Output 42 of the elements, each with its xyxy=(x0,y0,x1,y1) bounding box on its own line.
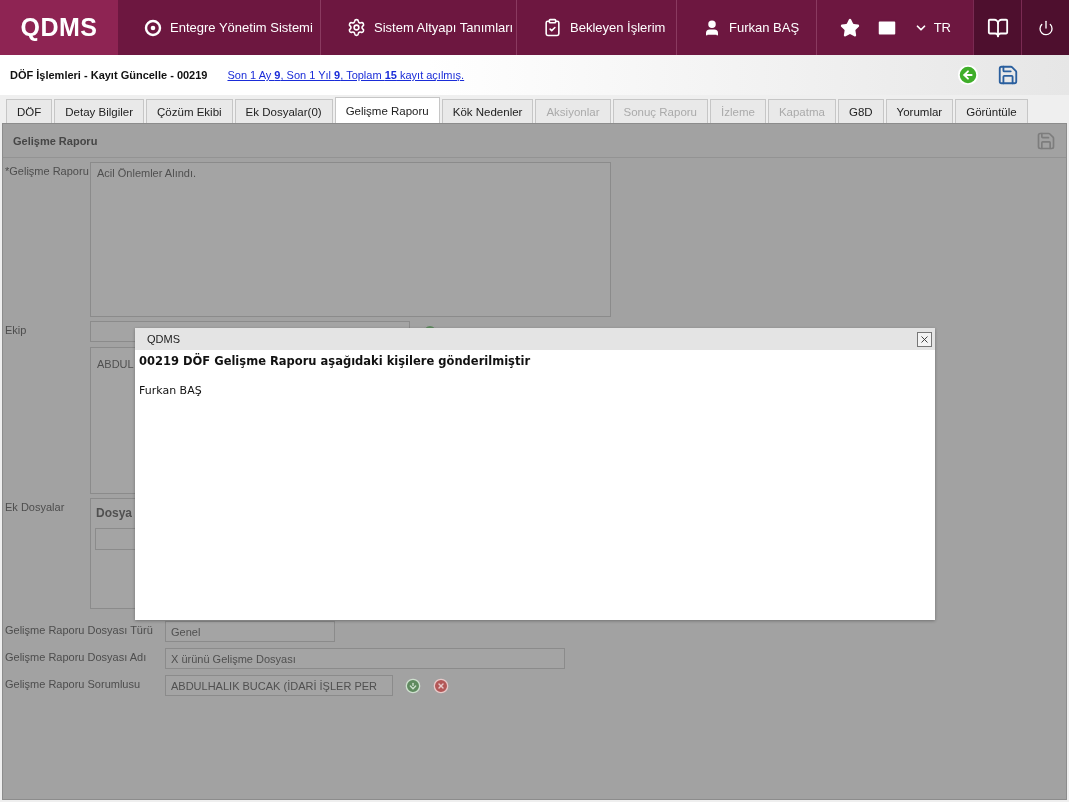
field-label: Gelişme Raporu Sorumlusu xyxy=(5,677,142,692)
tab[interactable]: Görüntüle xyxy=(955,99,1028,123)
star-icon[interactable] xyxy=(839,17,860,38)
nav-label: Sistem Altyapı Tanımları xyxy=(374,20,514,35)
recipient-name: Furkan BAŞ xyxy=(139,384,203,397)
remove-icon[interactable] xyxy=(433,677,449,694)
tab[interactable]: Kök Nedenler xyxy=(441,99,534,123)
download-icon[interactable] xyxy=(405,677,421,694)
power-icon[interactable] xyxy=(1037,19,1054,36)
nav-label: Furkan BAŞ xyxy=(729,20,800,35)
dialog-message: 00219 DÖF Gelişme Raporu aşağıdaki kişilere gönderilmiştir xyxy=(139,354,532,368)
panel-title: Gelişme Raporu xyxy=(13,134,98,147)
nav-label: Bekleyen İşlerim xyxy=(570,20,666,35)
tab[interactable]: Gelişme Raporu xyxy=(334,97,440,123)
field-label: Gelişme Raporu Dosyası Türü xyxy=(5,623,154,638)
field-label: Ek Dosyalar xyxy=(5,500,66,515)
column-header: Dosya xyxy=(95,505,134,522)
book-icon[interactable] xyxy=(986,16,1009,39)
q-circle-icon xyxy=(144,18,162,37)
settings-icon xyxy=(347,18,366,37)
close-button[interactable] xyxy=(917,331,932,347)
field-label: Gelişme Raporu Dosyası Adı xyxy=(5,650,148,665)
dialog-title: QDMS xyxy=(147,333,180,345)
user-icon xyxy=(703,18,721,37)
tab[interactable]: Detay Bilgiler xyxy=(54,99,145,123)
language-selector[interactable]: TR xyxy=(905,20,973,35)
field-label: *Gelişme Raporu xyxy=(5,164,90,179)
tab[interactable]: Çözüm Ekibi xyxy=(146,99,233,123)
page-title: DÖF İşlemleri - Kayıt Güncelle - 00219 xyxy=(10,69,208,81)
tab[interactable]: G8D xyxy=(837,99,884,123)
back-icon[interactable] xyxy=(957,64,979,86)
history-link[interactable]: Son 1 Ay 9, Son 1 Yıl 9, Toplam 15 kayıt açılmış. xyxy=(227,69,465,81)
save-icon[interactable] xyxy=(997,64,1019,86)
field-label: Ekip xyxy=(5,323,28,338)
clipboard-icon xyxy=(543,18,562,37)
qdms-logo[interactable]: QDMS xyxy=(0,0,118,55)
close-icon xyxy=(919,333,930,345)
nav-label: Entegre Yönetim Sistemi xyxy=(170,20,313,35)
tab[interactable]: Yorumlar xyxy=(885,99,954,123)
tab[interactable]: DÖF xyxy=(6,99,53,123)
team-member: ABDUL xyxy=(97,358,134,370)
tab[interactable]: Ek Dosyalar(0) xyxy=(234,99,333,123)
